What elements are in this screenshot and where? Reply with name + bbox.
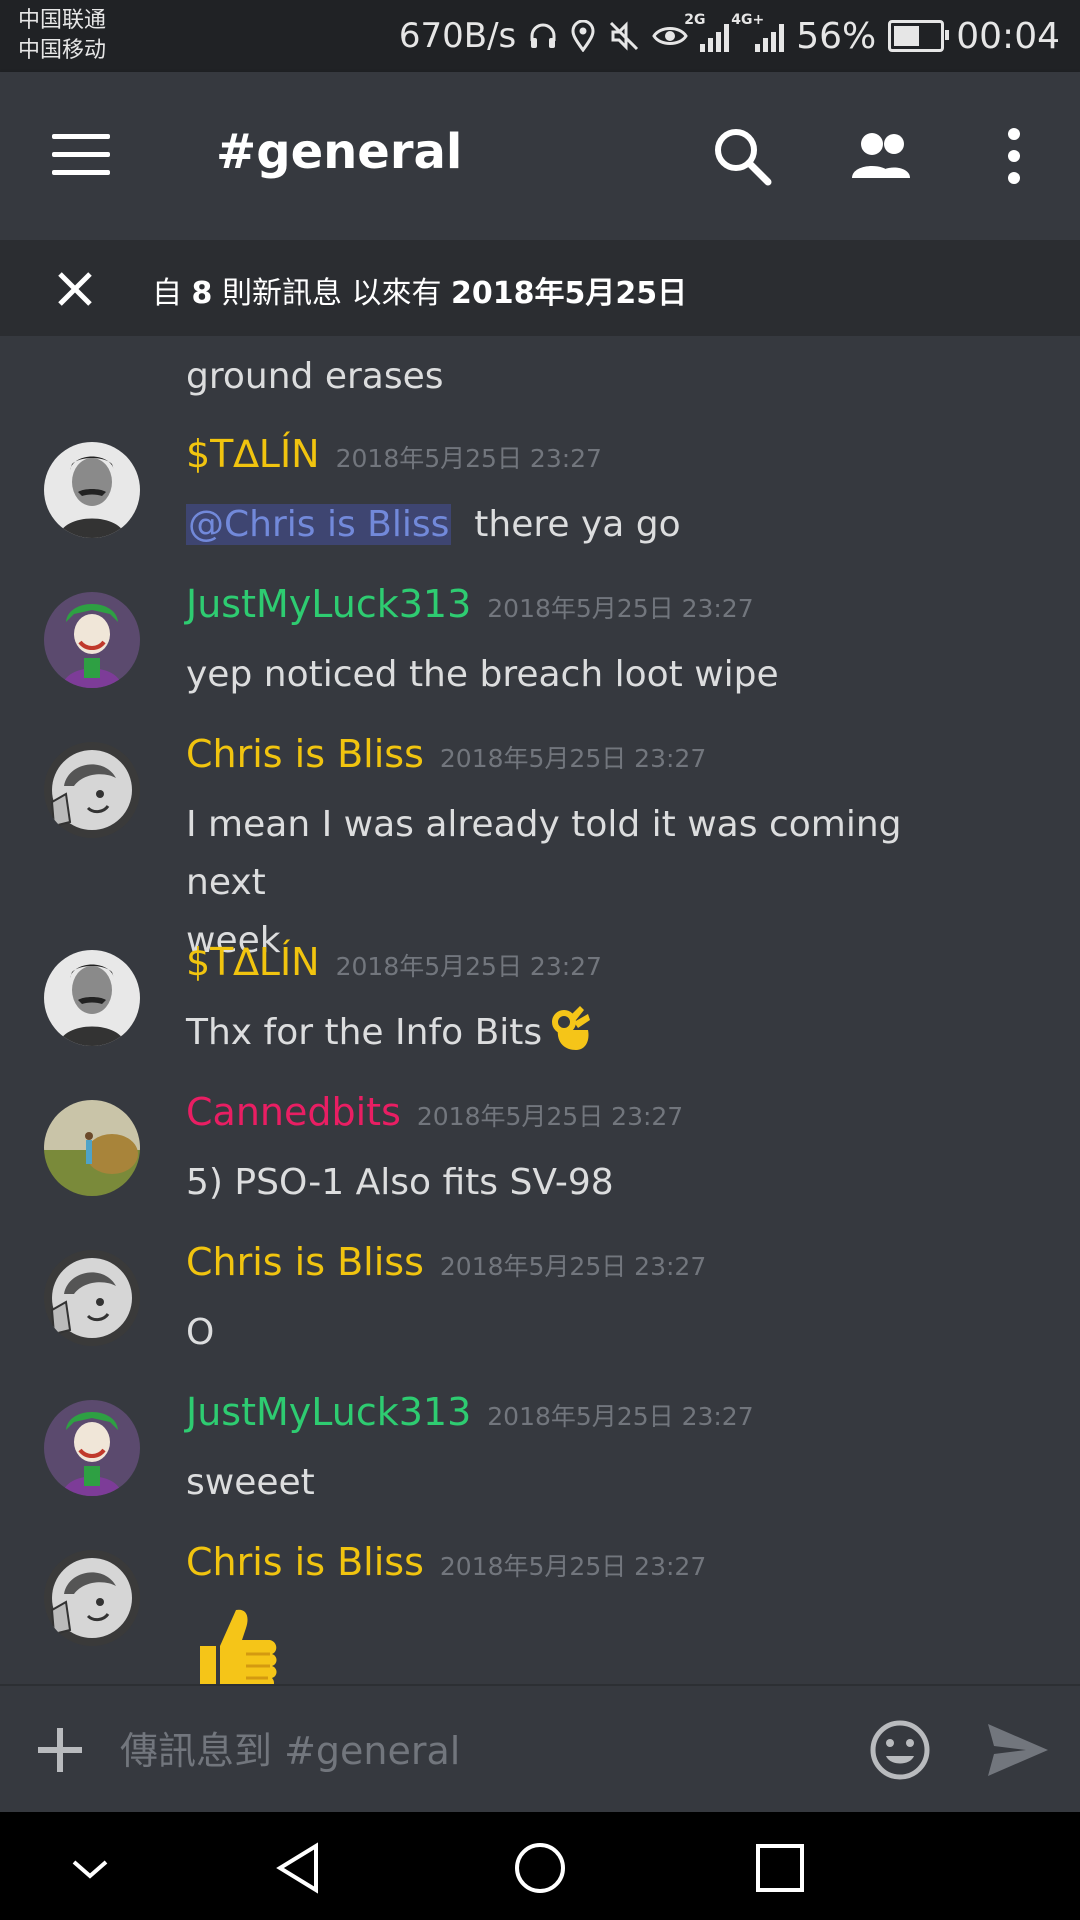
location-icon <box>571 20 595 52</box>
message-header: Chris is Bliss 2018年5月25日 23:27 <box>186 732 706 776</box>
carrier-1: 中国联通 <box>18 8 107 33</box>
signal-icon: 4G+ <box>731 12 785 52</box>
message-text: O <box>186 1312 215 1353</box>
new-messages-text[interactable]: 自 8 則新訊息 以來有 2018年5月25日 <box>152 268 687 312</box>
timestamp: 2018年5月25日 23:27 <box>439 744 707 773</box>
message-text: sweeet <box>186 1462 315 1503</box>
back-icon[interactable] <box>272 1840 328 1896</box>
message-header: JustMyLuck313 2018年5月25日 23:27 <box>186 1390 754 1434</box>
message-header: Chris is Bliss 2018年5月25日 23:27 <box>186 1240 706 1284</box>
partial-message: ground erases <box>186 356 444 397</box>
timestamp: 2018年5月25日 23:27 <box>335 952 602 981</box>
send-icon[interactable] <box>986 1720 1050 1780</box>
vault-boy-avatar[interactable] <box>44 1250 140 1346</box>
message-header: JustMyLuck313 2018年5月25日 23:27 <box>186 582 754 626</box>
menu-icon[interactable] <box>52 134 114 178</box>
system-nav-bar <box>0 1812 1080 1920</box>
signal-icon: 2G <box>684 12 730 52</box>
battery-icon <box>888 20 950 52</box>
headset-icon <box>530 23 556 48</box>
message-list[interactable]: ground erases $T∆LÍN 2018年5月25日 23:27 @Ch… <box>0 336 1080 1684</box>
author-name[interactable]: Chris is Bliss <box>186 1240 424 1284</box>
message-text: @Chris is Bliss there ya go <box>186 496 986 554</box>
message-content: there ya go <box>474 504 681 545</box>
vault-boy-avatar[interactable] <box>44 742 140 838</box>
message-text: yep noticed the breach loot wipe <box>186 654 779 695</box>
emoji-icon[interactable] <box>866 1716 934 1784</box>
signal-1-tag: 2G <box>684 12 706 28</box>
new-messages-bar: 自 8 則新訊息 以來有 2018年5月25日 <box>0 240 1080 336</box>
network-speed: 670B/s <box>398 16 517 56</box>
signal-2-tag: 4G+ <box>731 12 765 28</box>
message-header: $T∆LÍN 2018年5月25日 23:27 <box>186 940 602 984</box>
author-name[interactable]: JustMyLuck313 <box>186 1390 471 1434</box>
stalin-avatar[interactable] <box>44 442 140 538</box>
user-mention[interactable]: @Chris is Bliss <box>186 504 452 545</box>
home-icon[interactable] <box>512 1840 568 1896</box>
message-text: 5) PSO-1 Also fits SV-98 <box>186 1162 614 1203</box>
message-text: Thx for the Info Bits <box>186 1004 986 1062</box>
ok-hand-emoji <box>552 1006 591 1050</box>
mute-icon <box>610 21 639 51</box>
stalin-avatar[interactable] <box>44 950 140 1046</box>
carrier-2: 中国移动 <box>18 38 107 63</box>
carrier-info: 中国联通 中国移动 <box>18 6 106 66</box>
joker-avatar[interactable] <box>44 1400 140 1496</box>
joker-avatar[interactable] <box>44 592 140 688</box>
timestamp: 2018年5月25日 23:27 <box>439 1552 707 1581</box>
message-input[interactable] <box>118 1716 842 1786</box>
author-name[interactable]: $T∆LÍN <box>186 940 320 984</box>
collapse-icon[interactable] <box>62 1840 118 1896</box>
author-name[interactable]: Chris is Bliss <box>186 732 424 776</box>
close-icon[interactable] <box>54 268 96 310</box>
timestamp: 2018年5月25日 23:27 <box>487 594 754 623</box>
new-messages-prefix: 自 <box>152 276 192 311</box>
battery-percent: 56% <box>796 15 877 57</box>
channel-toolbar: #general <box>0 72 1080 240</box>
search-icon[interactable] <box>706 120 778 192</box>
timestamp: 2018年5月25日 23:27 <box>416 1102 684 1131</box>
timestamp: 2018年5月25日 23:27 <box>335 444 602 473</box>
channel-title: #general <box>216 124 463 180</box>
new-messages-middle: 則新訊息 以來有 <box>212 276 452 311</box>
message-content: Thx for the Info Bits <box>186 1012 543 1053</box>
plus-icon[interactable] <box>38 1728 82 1772</box>
clock: 00:04 <box>956 15 1060 57</box>
members-icon[interactable] <box>846 120 918 192</box>
new-messages-date: 2018年5月25日 <box>451 276 688 311</box>
recent-apps-icon[interactable] <box>752 1840 808 1896</box>
field-avatar[interactable] <box>44 1100 140 1196</box>
author-name[interactable]: JustMyLuck313 <box>186 582 471 626</box>
message-header: Cannedbits 2018年5月25日 23:27 <box>186 1090 683 1134</box>
author-name[interactable]: Cannedbits <box>186 1090 401 1134</box>
timestamp: 2018年5月25日 23:27 <box>487 1402 754 1431</box>
message-line: I mean I was already told it was coming … <box>186 804 902 903</box>
message-composer <box>0 1684 1080 1814</box>
author-name[interactable]: Chris is Bliss <box>186 1540 424 1584</box>
author-name[interactable]: $T∆LÍN <box>186 432 320 476</box>
new-messages-count: 8 <box>191 276 213 311</box>
eye-icon <box>652 27 688 45</box>
overflow-icon[interactable] <box>982 120 1054 192</box>
message-header: Chris is Bliss 2018年5月25日 23:27 <box>186 1540 706 1584</box>
timestamp: 2018年5月25日 23:27 <box>439 1252 707 1281</box>
status-icons: 670B/s 2G 4G+ 56% 00:04 <box>398 12 1060 58</box>
message-header: $T∆LÍN 2018年5月25日 23:27 <box>186 432 602 476</box>
vault-boy-avatar[interactable] <box>44 1550 140 1646</box>
status-bar: 中国联通 中国移动 670B/s 2G 4G+ 56% 00:04 <box>0 0 1080 72</box>
thumbs-up-emoji <box>200 1609 277 1684</box>
